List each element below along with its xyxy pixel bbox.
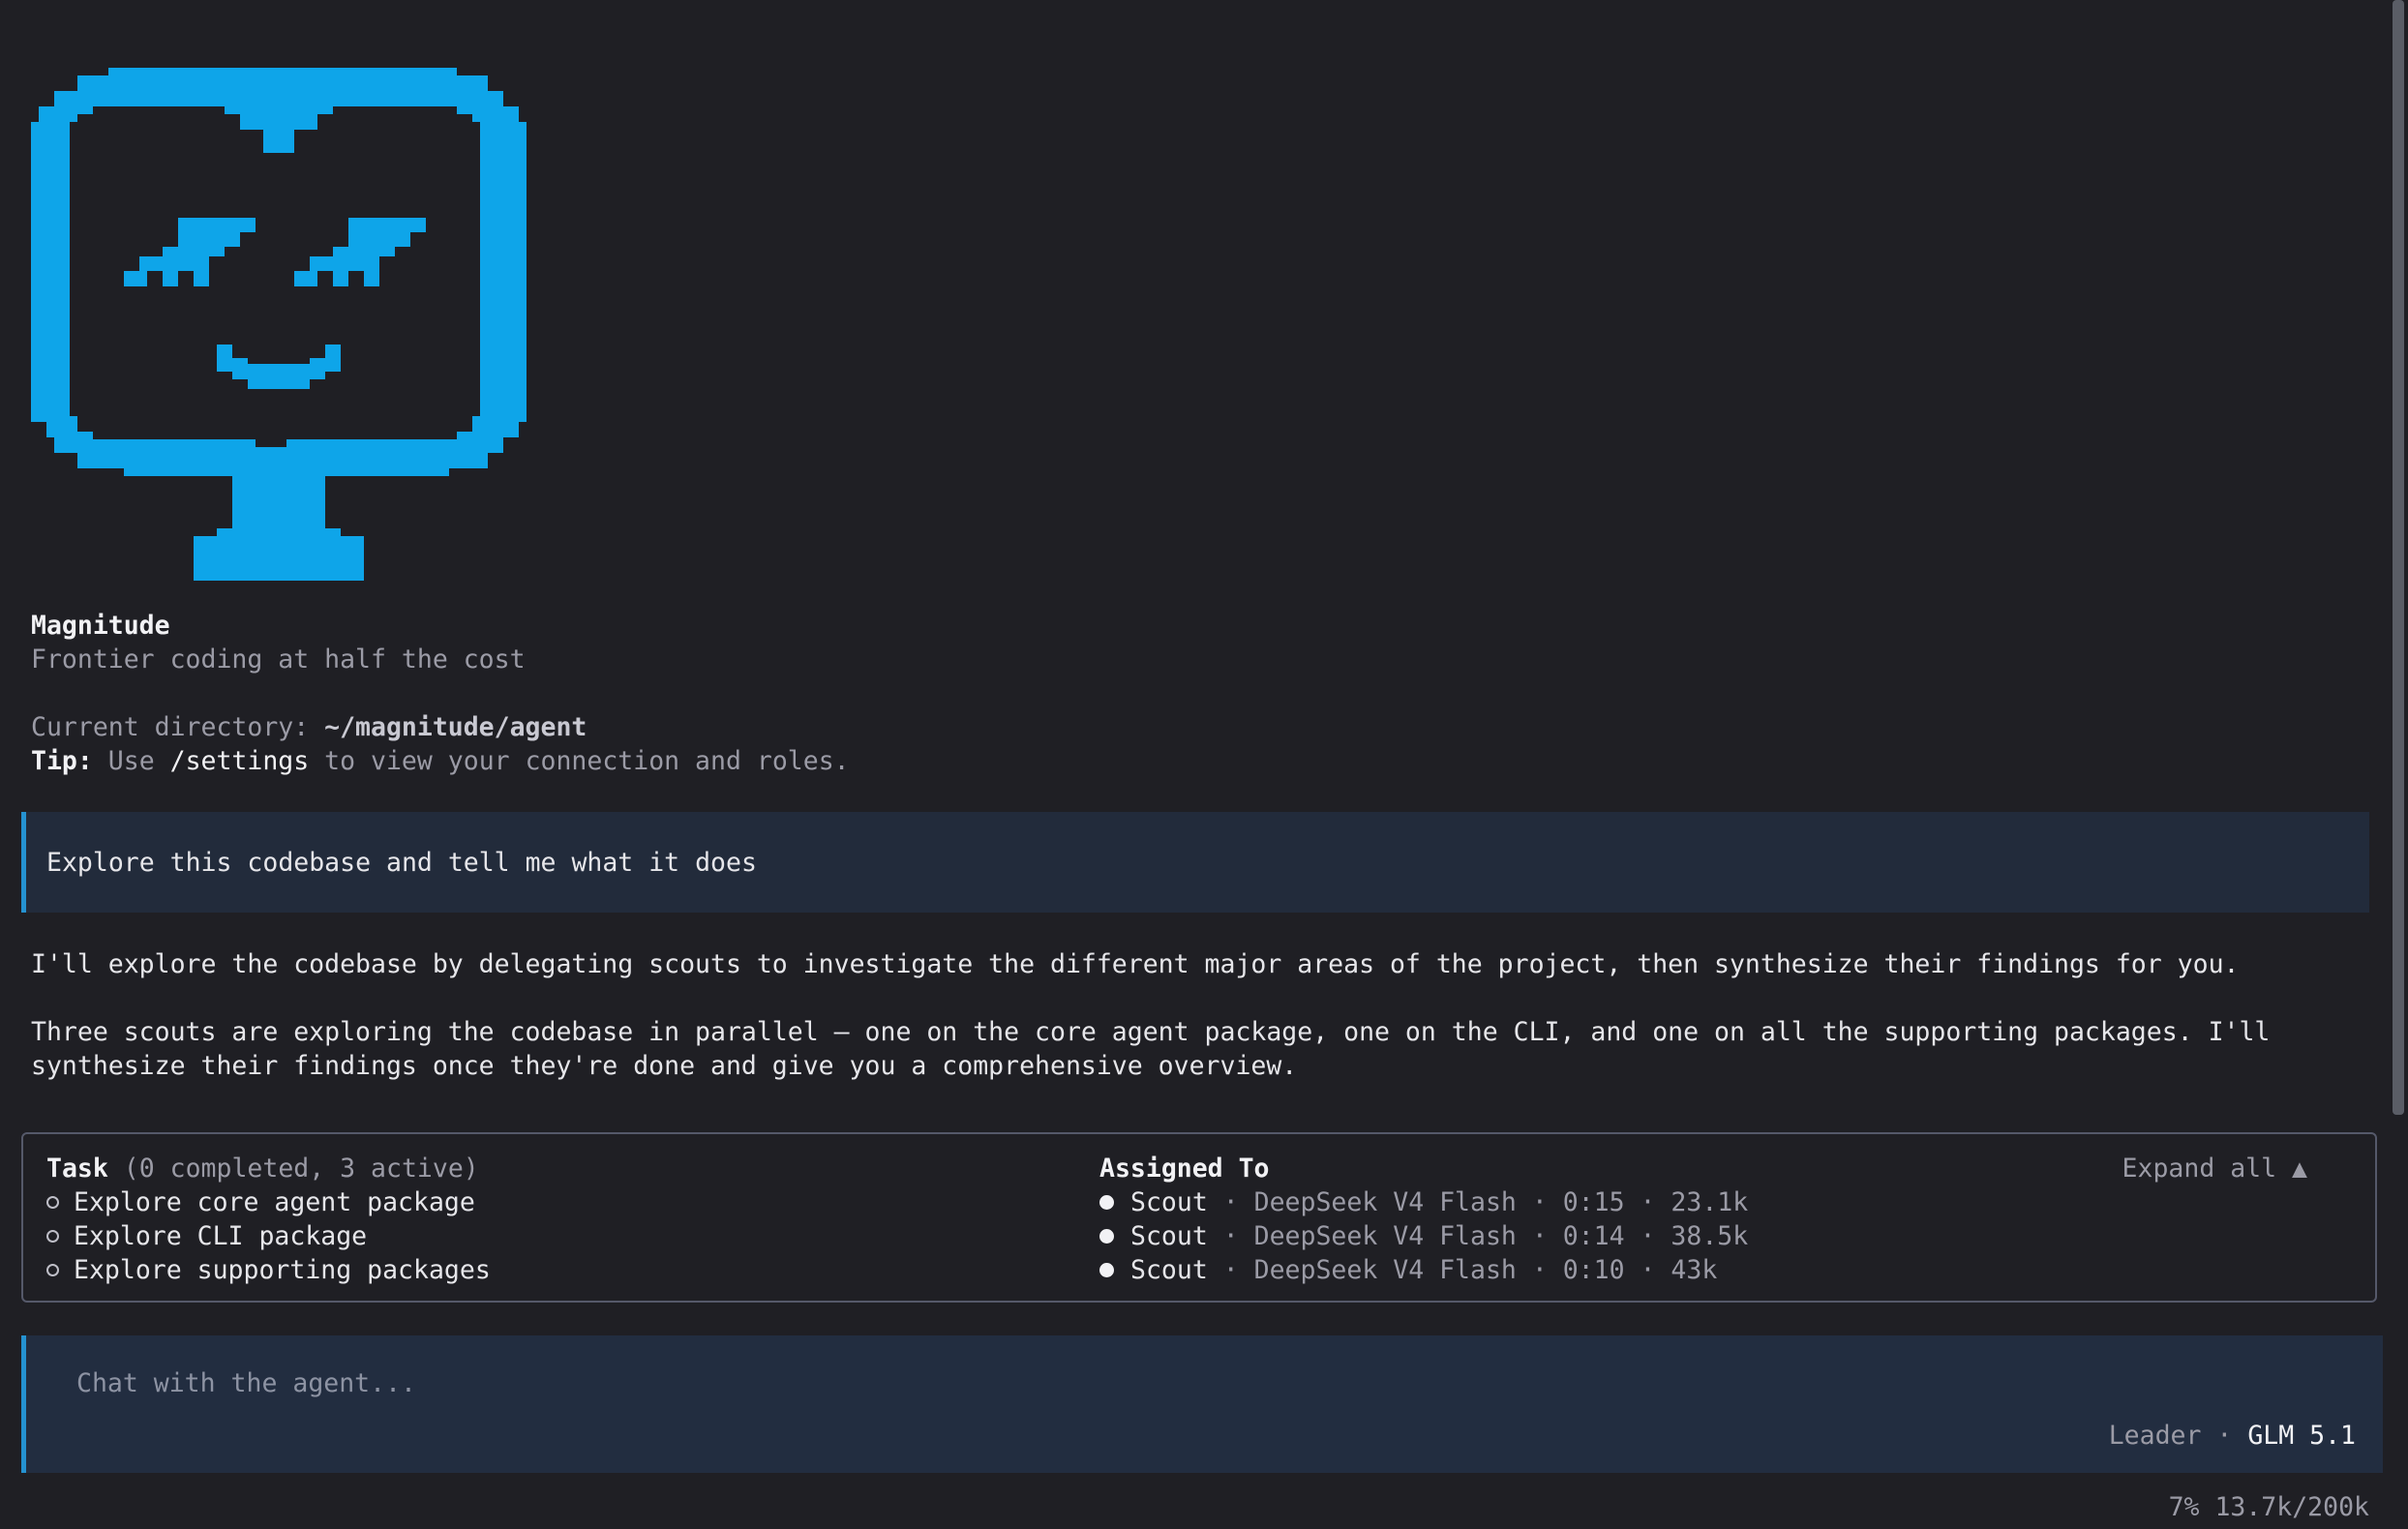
user-message-text: Explore this codebase and tell me what i… (46, 847, 757, 878)
model-name: GLM 5.1 (2247, 1421, 2356, 1451)
filled-dot-icon (1099, 1195, 1114, 1210)
filled-dot-icon (1099, 1229, 1114, 1244)
model-selector[interactable]: Leader · GLM 5.1 (2109, 1419, 2356, 1454)
assigned-header: Assigned To (1099, 1152, 1748, 1185)
tip-label: Tip: (31, 746, 93, 776)
assignee-agent: Scout (1130, 1221, 1208, 1251)
current-directory: Current directory: ~/magnitude/agent (31, 710, 587, 745)
assignee-details: · DeepSeek V4 Flash · 0:10 · 43k (1207, 1255, 1718, 1285)
tip-command: /settings (169, 746, 310, 776)
chat-box: Leader · GLM 5.1 (21, 1335, 2383, 1473)
task-summary: (0 completed, 3 active) (107, 1154, 479, 1184)
task-title: Explore supporting packages (74, 1255, 491, 1285)
user-message: Explore this codebase and tell me what i… (21, 812, 2369, 913)
scrollbar-thumb[interactable] (2393, 0, 2404, 1115)
task-panel: Task (0 completed, 3 active) Explore cor… (21, 1132, 2377, 1303)
monitor-face-logo-icon (31, 68, 527, 581)
expand-all-button[interactable]: Expand all ▲ (2122, 1152, 2307, 1185)
assignee-list: Assigned To Scout · DeepSeek V4 Flash · … (1099, 1152, 1748, 1287)
task-title: Explore CLI package (74, 1221, 368, 1251)
filled-dot-icon (1099, 1263, 1114, 1277)
task-item[interactable]: Explore supporting packages (46, 1253, 491, 1287)
assistant-message: Three scouts are exploring the codebase … (31, 1017, 2286, 1081)
task-title: Explore core agent package (74, 1187, 475, 1217)
assignee-agent: Scout (1130, 1187, 1208, 1217)
empty-circle-icon (46, 1264, 59, 1276)
task-item[interactable]: Explore core agent package (46, 1185, 491, 1219)
assignee-details: · DeepSeek V4 Flash · 0:14 · 38.5k (1207, 1221, 1749, 1251)
context-usage: 7% 13.7k/200k (2168, 1492, 2369, 1522)
chat-input[interactable] (76, 1366, 1819, 1401)
empty-circle-icon (46, 1196, 59, 1209)
assistant-message: I'll explore the codebase by delegating … (31, 949, 2240, 979)
assignee-item[interactable]: Scout · DeepSeek V4 Flash · 0:10 · 43k (1099, 1253, 1748, 1287)
tip-text-post: to view your connection and roles. (309, 746, 850, 776)
tip-line: Tip: Use /settings to view your connecti… (31, 744, 850, 779)
empty-circle-icon (46, 1230, 59, 1243)
directory-label: Current directory: (31, 712, 325, 742)
task-header: Task (0 completed, 3 active) (46, 1152, 491, 1185)
brand-tagline: Frontier coding at half the cost (31, 645, 526, 675)
assigned-header-label: Assigned To (1099, 1154, 1270, 1184)
directory-path: ~/magnitude/agent (324, 712, 587, 742)
task-item[interactable]: Explore CLI package (46, 1219, 491, 1253)
assignee-item[interactable]: Scout · DeepSeek V4 Flash · 0:14 · 38.5k (1099, 1219, 1748, 1253)
assignee-agent: Scout (1130, 1255, 1208, 1285)
assignee-item[interactable]: Scout · DeepSeek V4 Flash · 0:15 · 23.1k (1099, 1185, 1748, 1219)
assignee-details: · DeepSeek V4 Flash · 0:15 · 23.1k (1207, 1187, 1749, 1217)
task-list: Task (0 completed, 3 active) Explore cor… (46, 1152, 491, 1287)
tip-text-pre: Use (92, 746, 170, 776)
scrollbar[interactable] (2393, 0, 2408, 1529)
agent-role: Leader · (2108, 1421, 2248, 1451)
brand-name: Magnitude (31, 611, 170, 641)
task-header-label: Task (46, 1154, 108, 1184)
